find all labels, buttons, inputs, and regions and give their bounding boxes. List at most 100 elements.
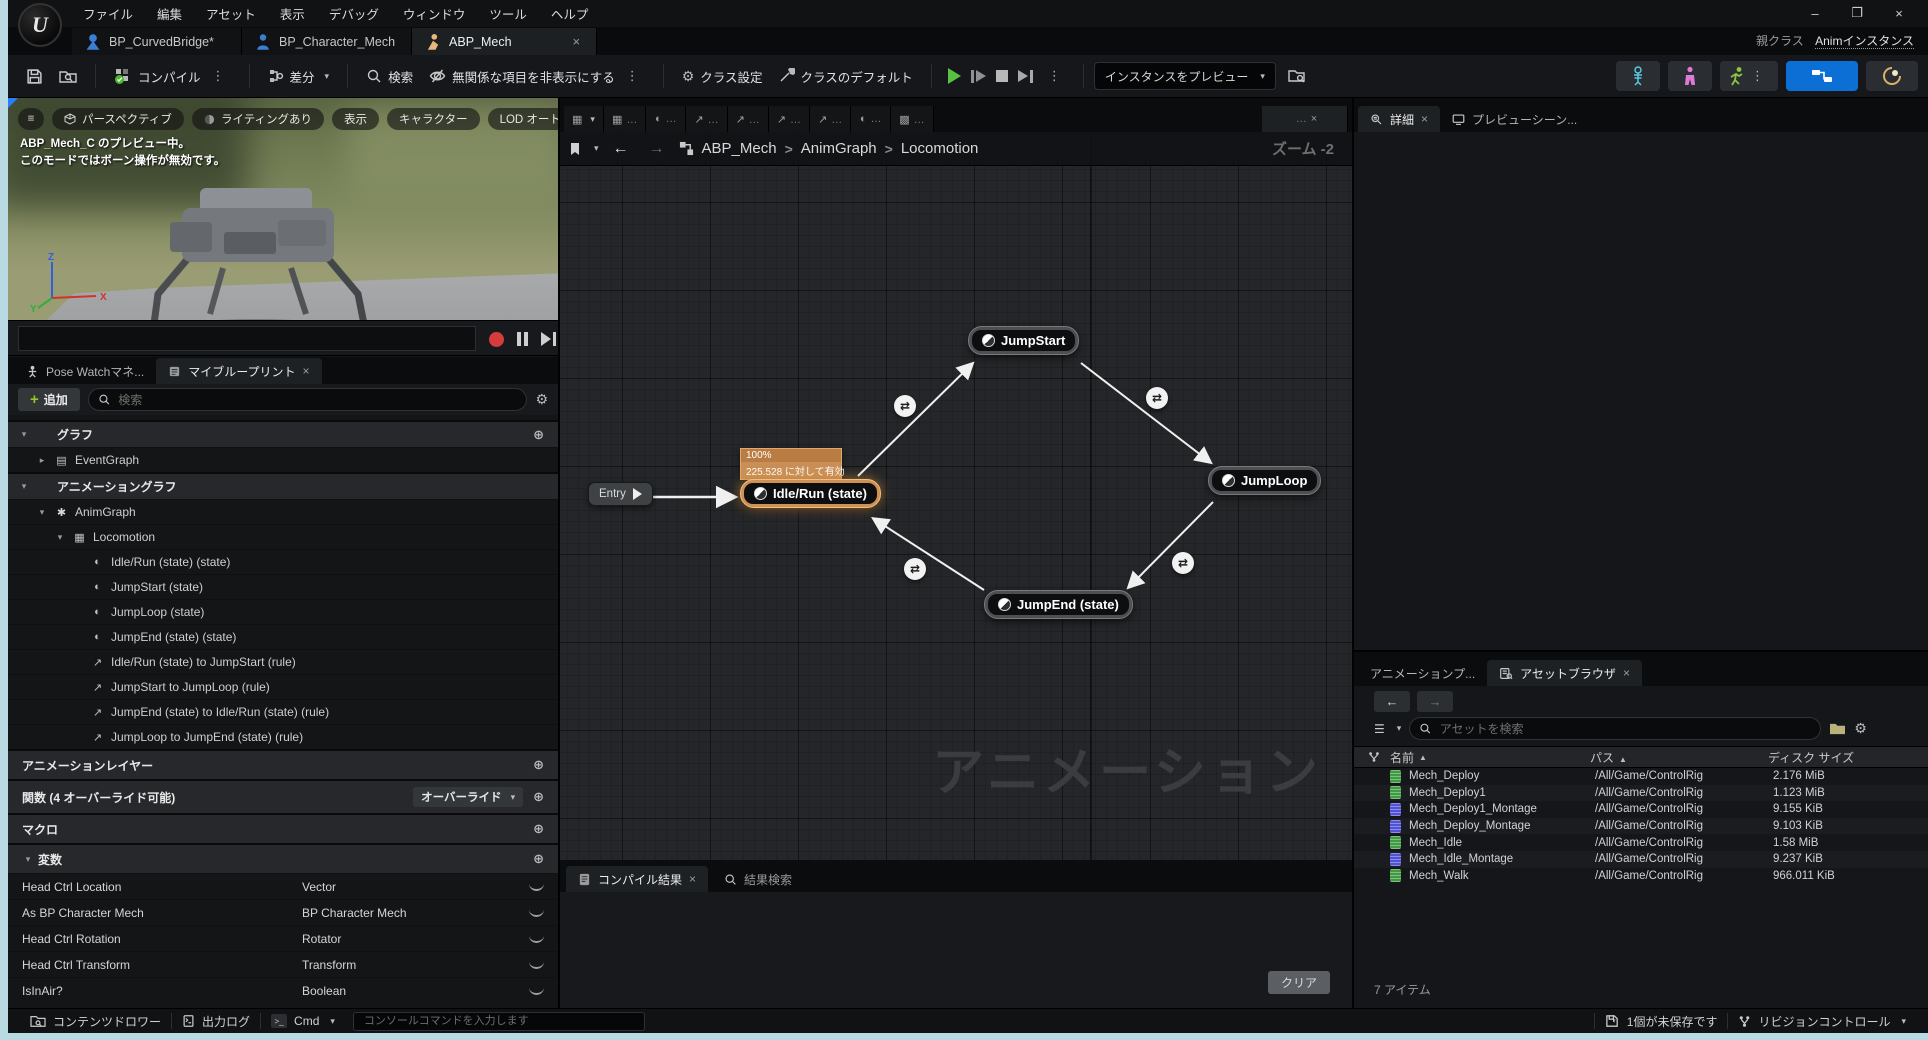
column-header-name[interactable]: 名前 ▲ (1390, 749, 1590, 766)
blueprint-mode-button[interactable] (1786, 61, 1858, 91)
tab-my-blueprint[interactable]: マイブループリント × (156, 358, 322, 384)
perspective-pill[interactable]: パースペクティブ (52, 108, 184, 130)
menu-asset[interactable]: アセット (195, 0, 267, 27)
add-section-icon[interactable]: ⊕ (533, 757, 544, 773)
timeline-scrubber[interactable] (18, 326, 476, 351)
parent-class-link[interactable]: Animインスタンス (1815, 34, 1914, 49)
menu-view[interactable]: 表示 (269, 0, 316, 27)
entry-output-pin[interactable] (632, 488, 642, 500)
variable-visibility-eye-icon[interactable] (529, 883, 544, 891)
viewport-menu-button[interactable]: ≡ (18, 108, 44, 130)
tab-close-icon[interactable]: × (1311, 113, 1317, 125)
graph-doc-tab[interactable] (727, 106, 769, 132)
add-button[interactable]: + 追加 (18, 388, 80, 411)
menu-debug[interactable]: デバッグ (318, 0, 390, 27)
menu-help[interactable]: ヘルプ (540, 0, 600, 27)
tab-asset-browser[interactable]: アセットブラウザ × (1487, 660, 1642, 686)
character-pill[interactable]: キャラクター (387, 108, 480, 130)
variable-visibility-eye-icon[interactable] (529, 935, 544, 943)
expander-icon[interactable]: ▾ (18, 481, 30, 492)
console-command-input[interactable] (361, 1014, 636, 1028)
variable-row[interactable]: Head Ctrl Rotation Rotator (8, 925, 558, 951)
minimize-button[interactable]: – (1794, 0, 1836, 26)
diff-button[interactable]: 差分 ▾ (260, 61, 338, 92)
menu-window[interactable]: ウィンドウ (392, 0, 477, 27)
history-back-button[interactable]: ← (1374, 691, 1410, 712)
tab-animation-preview[interactable]: アニメーションプ... (1358, 660, 1487, 686)
asset-row[interactable]: Mech_Idle /All/Game/ControlRig 1.58 MiB (1354, 834, 1928, 851)
tree-row[interactable]: Idle/Run (state) (state) (8, 549, 558, 574)
animation-mode-kebab[interactable]: ⋮ (1746, 68, 1770, 84)
add-variable-icon[interactable]: ⊕ (533, 851, 544, 867)
results-search[interactable]: 結果検索 (724, 866, 792, 892)
tree-row[interactable]: JumpStart (state) (8, 574, 558, 599)
animation-mode-button[interactable]: ⋮ (1720, 61, 1778, 91)
menu-file[interactable]: ファイル (72, 0, 144, 27)
expander-icon[interactable]: ▾ (54, 532, 66, 543)
preview-viewport[interactable]: ≡ パースペクティブ ライティングあり 表示 キャラクター LOD オート AB… (8, 98, 558, 320)
variable-row[interactable]: Head Ctrl Location Vector (8, 873, 558, 899)
hide-unrelated-kebab[interactable]: ⋮ (621, 68, 645, 84)
expander-icon[interactable]: ▾ (36, 507, 48, 518)
tab-close-icon[interactable]: × (572, 34, 580, 49)
mesh-mode-button[interactable] (1668, 61, 1712, 91)
graph-doc-tab[interactable] (810, 106, 852, 132)
state-node-idle-run[interactable]: Idle/Run (state) (740, 479, 881, 508)
chevron-down-icon[interactable]: ▾ (594, 143, 599, 154)
tab-pose-watch[interactable]: Pose Watchマネ... (14, 358, 156, 384)
filter-chevron-icon[interactable]: ▾ (1397, 723, 1402, 734)
lit-pill[interactable]: ライティングあり (191, 108, 325, 130)
graph-back-button[interactable]: ← (607, 140, 635, 158)
tree-row[interactable]: ▾ アニメーショングラフ (8, 472, 558, 499)
tab-close-icon[interactable]: × (303, 364, 310, 378)
expander-icon[interactable]: ▾ (18, 429, 30, 440)
close-button[interactable]: × (1878, 0, 1920, 26)
tab-close-icon[interactable]: × (689, 872, 696, 886)
tree-row[interactable]: JumpEnd (state) to Idle/Run (state) (rul… (8, 699, 558, 724)
step-forward-button[interactable] (538, 329, 558, 349)
blueprint-search-input[interactable] (116, 391, 518, 408)
tab-preview-scene[interactable]: プレビューシーン... (1440, 106, 1589, 132)
tree-row[interactable]: ▾ グラフ ⊕ (8, 420, 558, 447)
variable-visibility-eye-icon[interactable] (529, 909, 544, 917)
unsaved-assets-button[interactable]: 1個が未保存です (1595, 1009, 1728, 1034)
tree-row[interactable]: Idle/Run (state) to JumpStart (rule) (8, 649, 558, 674)
browse-asset-button[interactable] (51, 62, 85, 90)
asset-row[interactable]: Mech_Deploy1 /All/Game/ControlRig 1.123 … (1354, 784, 1928, 802)
breadcrumb-locomotion[interactable]: Locomotion (901, 140, 979, 157)
graph-doc-tab[interactable] (686, 106, 728, 132)
record-button[interactable] (486, 329, 506, 349)
entry-node[interactable]: Entry (588, 482, 653, 506)
tree-row[interactable]: JumpEnd (state) (state) (8, 624, 558, 649)
variable-visibility-eye-icon[interactable] (529, 987, 544, 995)
eject-icon[interactable] (1017, 69, 1033, 83)
variable-visibility-eye-icon[interactable] (529, 961, 544, 969)
compile-options-kebab[interactable]: ⋮ (207, 68, 231, 84)
tree-row[interactable]: JumpLoop (state) (8, 599, 558, 624)
graph-doc-tab-active[interactable]: × (1262, 106, 1348, 132)
section-animation-layers[interactable]: アニメーションレイヤー ⊕ (8, 749, 558, 779)
asset-row[interactable]: Mech_Walk /All/Game/ControlRig 966.011 K… (1354, 868, 1928, 885)
tree-row[interactable]: ▾ Locomotion (8, 524, 558, 549)
content-drawer-button[interactable]: コンテンツドロワー (20, 1009, 171, 1034)
tree-row[interactable]: JumpStart to JumpLoop (rule) (8, 674, 558, 699)
tab-close-icon[interactable]: × (1623, 666, 1630, 680)
state-machine-canvas[interactable]: アニメーション ⇄ ⇄ ⇄ ⇄ Entry 100% 225.528 に対して有… (560, 132, 1352, 860)
section-functions[interactable]: 関数 (4 オーバーライド可能) オーバーライド ▾ ⊕ (8, 779, 558, 813)
tree-row[interactable]: JumpLoop to JumpEnd (state) (rule) (8, 724, 558, 749)
section-variables[interactable]: ▾ 変数 ⊕ (8, 843, 558, 873)
debug-filter-button[interactable] (1280, 62, 1314, 90)
play-icon[interactable] (947, 68, 961, 84)
class-settings-button[interactable]: ⚙ クラス設定 (674, 61, 771, 92)
graph-doc-tab[interactable] (851, 106, 892, 132)
class-defaults-button[interactable]: クラスのデフォルト (771, 61, 921, 92)
panel-settings-gear-icon[interactable]: ⚙ (535, 391, 548, 408)
lod-pill[interactable]: LOD オート (487, 108, 558, 130)
tab-bp-character-mech[interactable]: BP_Character_Mech (242, 28, 413, 55)
history-forward-button[interactable]: → (1417, 691, 1453, 712)
add-function-icon[interactable]: ⊕ (533, 789, 544, 805)
graph-doc-tab[interactable] (891, 106, 934, 132)
clear-button[interactable]: クリア (1268, 971, 1330, 994)
menu-tools[interactable]: ツール (478, 0, 538, 27)
asset-row[interactable]: Mech_Deploy1_Montage /All/Game/ControlRi… (1354, 801, 1928, 818)
